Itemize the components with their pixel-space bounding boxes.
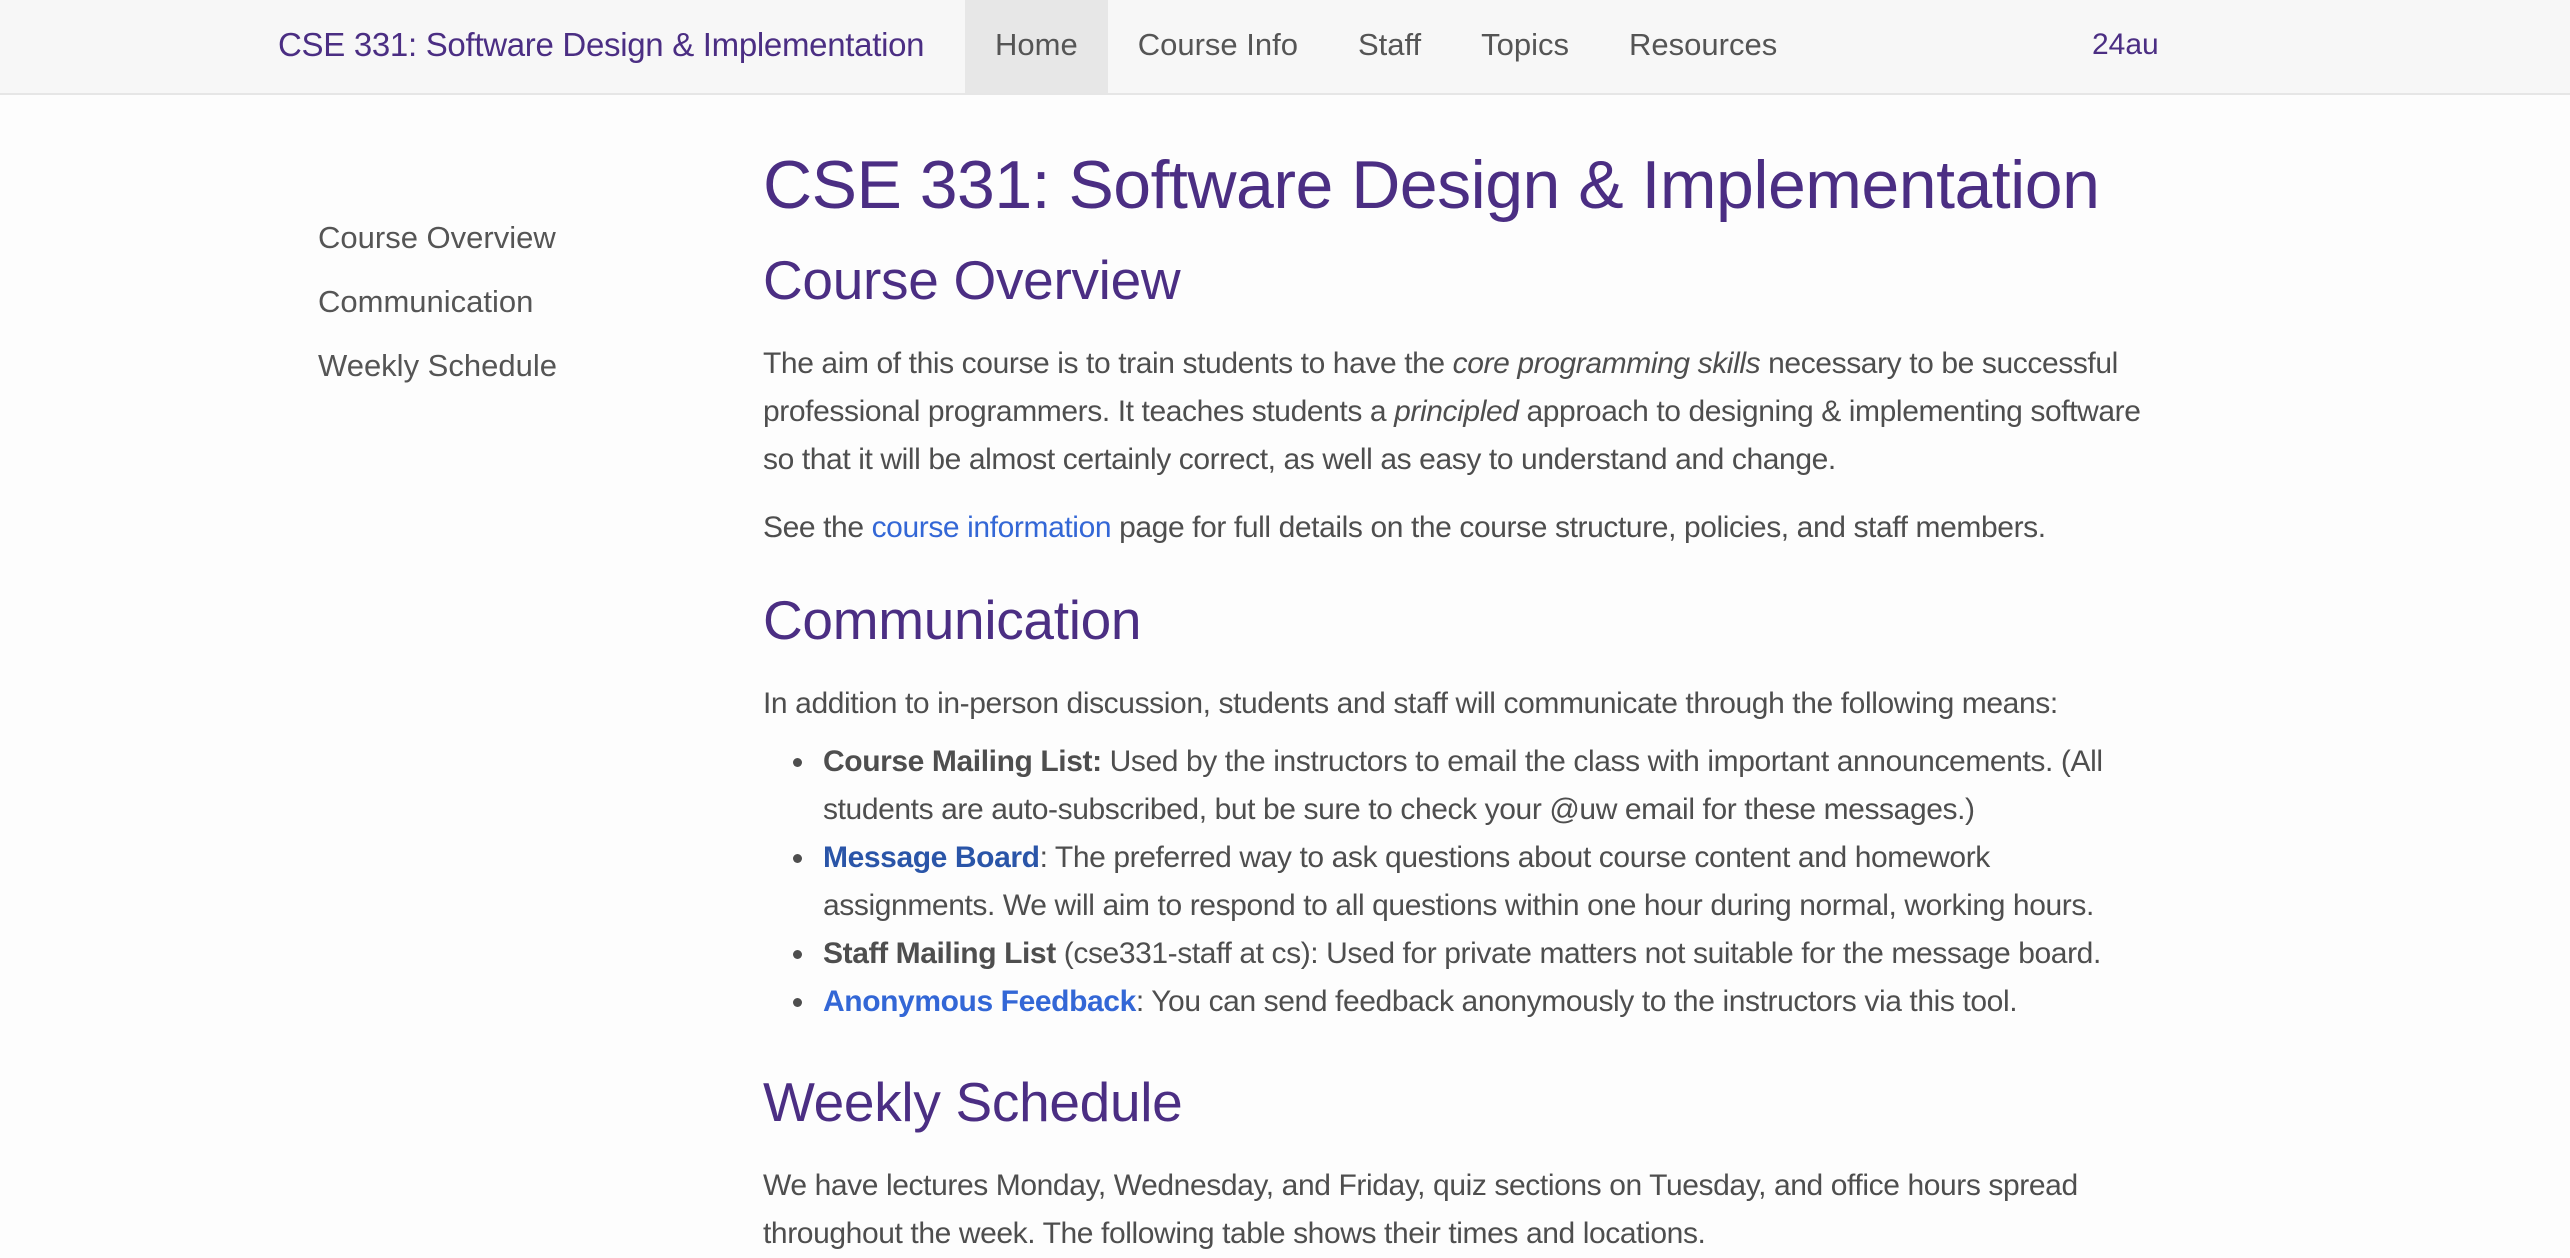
- nav-link-topics[interactable]: Topics: [1451, 0, 1599, 93]
- item-text: (cse331-staff at cs): Used for private m…: [1055, 937, 2102, 970]
- communication-list: Course Mailing List: Used by the instruc…: [763, 738, 2163, 1026]
- text: page for full details on the course stru…: [1111, 511, 2046, 544]
- emphasis-text: core programming skills: [1452, 347, 1761, 380]
- bullet-icon: [793, 854, 802, 863]
- nav-link-resources[interactable]: Resources: [1599, 0, 1807, 93]
- course-info-paragraph: See the course information page for full…: [763, 504, 2163, 552]
- nav-link-home[interactable]: Home: [965, 0, 1108, 93]
- item-label: Course Mailing List:: [823, 745, 1102, 778]
- item-label: Staff Mailing List: [823, 937, 1056, 970]
- message-board-link[interactable]: Message Board: [823, 841, 1040, 874]
- term-link[interactable]: 24au: [2092, 0, 2159, 93]
- section-heading-weekly-schedule: Weekly Schedule: [763, 1071, 1183, 1133]
- section-heading-communication: Communication: [763, 589, 1142, 651]
- course-information-link[interactable]: course information: [872, 511, 1112, 544]
- toc-item-communication[interactable]: Communication: [318, 276, 718, 340]
- text: See the: [763, 511, 872, 544]
- site-brand-link[interactable]: CSE 331: Software Design & Implementatio…: [278, 0, 925, 93]
- overview-paragraph: The aim of this course is to train stude…: [763, 340, 2163, 484]
- nav-links: Home Course Info Staff Topics Resources: [965, 0, 1807, 93]
- toc-item-weekly-schedule[interactable]: Weekly Schedule: [318, 340, 718, 404]
- list-item-course-mailing-list: Course Mailing List: Used by the instruc…: [763, 738, 2163, 834]
- schedule-intro: We have lectures Monday, Wednesday, and …: [763, 1169, 2078, 1250]
- toc-item-course-overview[interactable]: Course Overview: [318, 212, 718, 276]
- bullet-icon: [793, 998, 802, 1007]
- text: The aim of this course is to train stude…: [763, 347, 1453, 380]
- communication-intro: In addition to in-person discussion, stu…: [763, 687, 2058, 720]
- list-item-message-board: Message Board: The preferred way to ask …: [763, 834, 2163, 930]
- top-navbar: CSE 331: Software Design & Implementatio…: [0, 0, 2570, 95]
- page-toc: Course Overview Communication Weekly Sch…: [318, 212, 718, 404]
- nav-link-course-info[interactable]: Course Info: [1108, 0, 1328, 93]
- anonymous-feedback-link[interactable]: Anonymous Feedback: [823, 985, 1136, 1018]
- page-title: CSE 331: Software Design & Implementatio…: [763, 147, 2100, 223]
- item-text: : You can send feedback anonymously to t…: [1135, 985, 2018, 1018]
- list-item-anonymous-feedback: Anonymous Feedback: You can send feedbac…: [763, 978, 2163, 1026]
- list-item-staff-mailing-list: Staff Mailing List (cse331-staff at cs):…: [763, 930, 2163, 978]
- section-heading-course-overview: Course Overview: [763, 249, 1181, 311]
- emphasis-text: principled: [1394, 395, 1519, 428]
- bullet-icon: [793, 758, 802, 767]
- main-content: CSE 331: Software Design & Implementatio…: [763, 130, 2163, 1258]
- nav-link-staff[interactable]: Staff: [1328, 0, 1451, 93]
- bullet-icon: [793, 950, 802, 959]
